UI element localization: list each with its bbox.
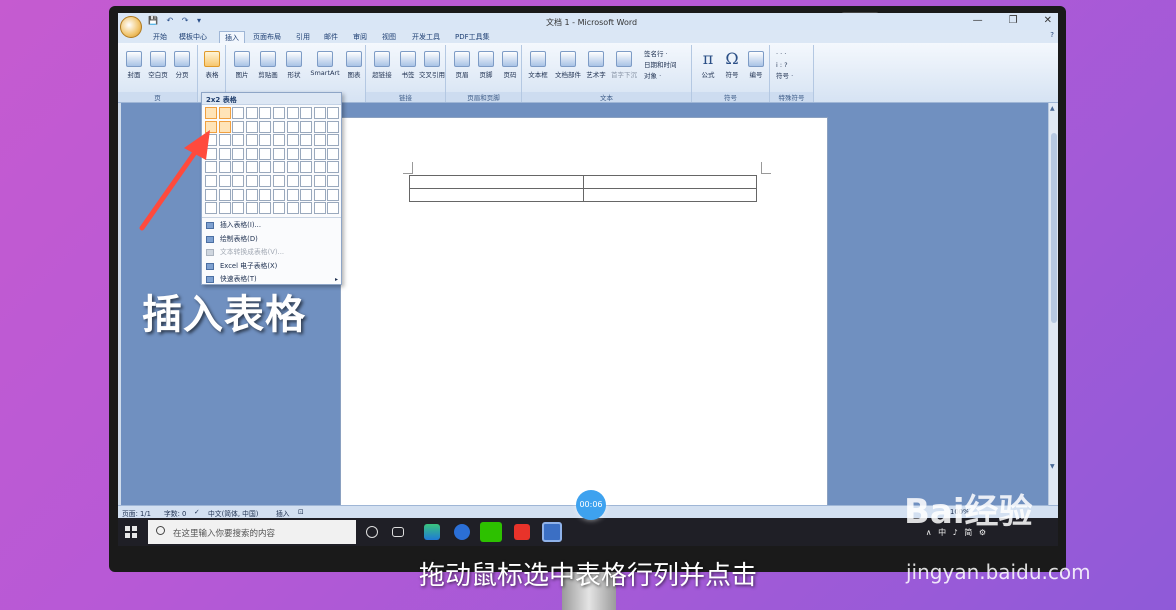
timer-badge: 00:06 — [576, 490, 606, 520]
baidu-watermark: Bai经验 — [904, 492, 1033, 532]
office-button[interactable] — [120, 16, 142, 38]
watermark-url: jingyan.baidu.com — [906, 560, 1091, 584]
caption-text: 插入表格 — [142, 292, 306, 338]
